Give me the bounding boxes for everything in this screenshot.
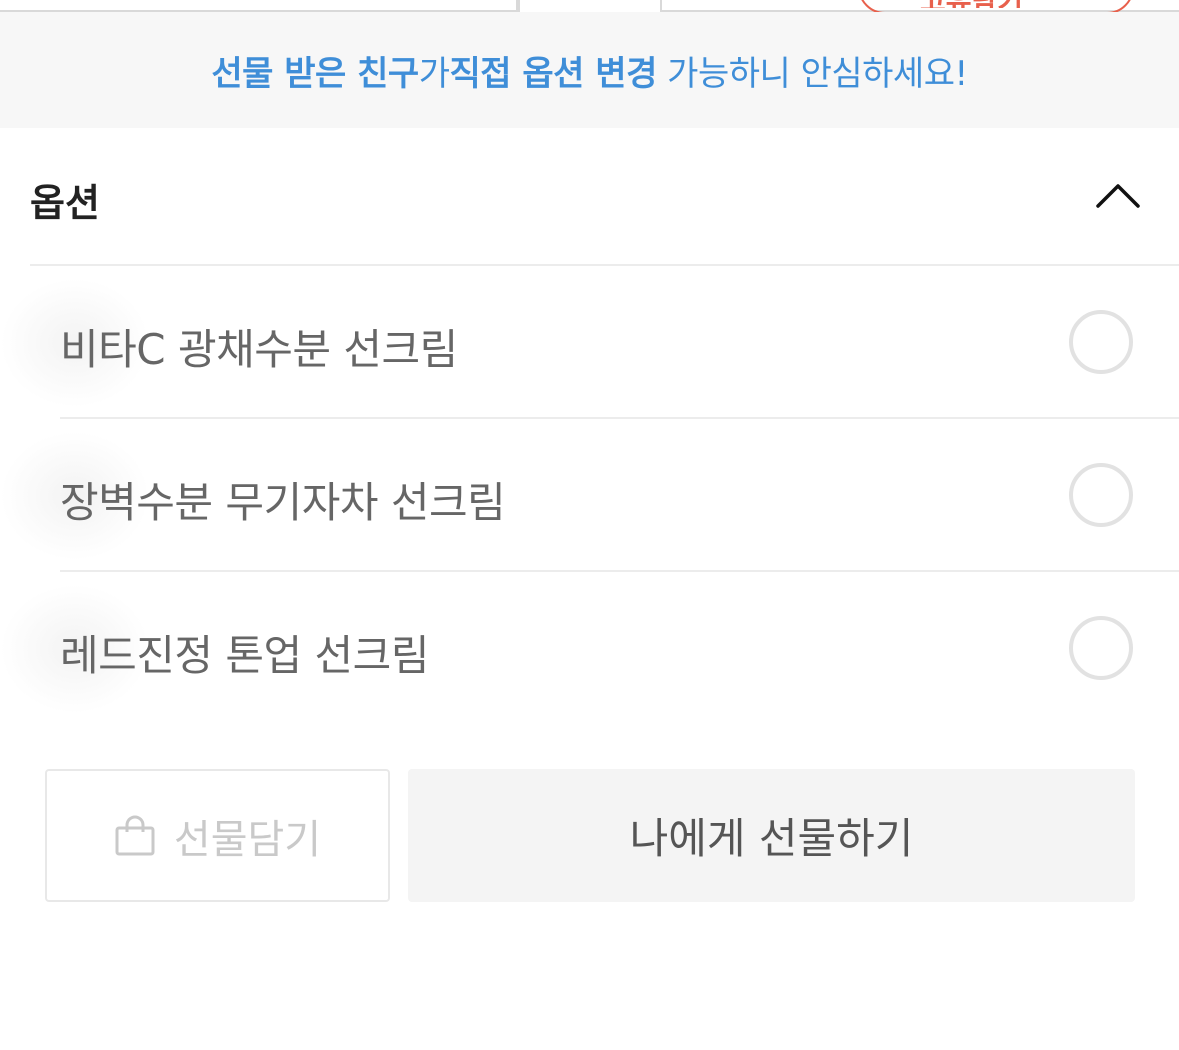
tab-left[interactable]: [0, 0, 518, 12]
gift-to-self-button[interactable]: 나에게 선물하기: [408, 769, 1135, 902]
option-item[interactable]: 장벽수분 무기자차 선크림: [0, 419, 1179, 572]
gift-cart-label: 선물담기: [173, 816, 322, 863]
notice-text-friend: 선물 받은 친구: [211, 53, 419, 94]
gift-to-self-label: 나에게 선물하기: [629, 814, 914, 863]
option-title: 옵션: [30, 181, 100, 225]
option-radio[interactable]: [1069, 463, 1133, 527]
chevron-up-icon[interactable]: [1096, 180, 1140, 210]
notice-text-change: 직접 옵션 변경: [449, 53, 658, 94]
gift-cart-button[interactable]: 선물담기: [45, 769, 390, 902]
tab-bar-partial: 고유담기: [0, 0, 1179, 14]
tab-middle[interactable]: [518, 0, 662, 12]
option-item[interactable]: 비타C 광채수분 선크림: [0, 266, 1179, 419]
coupon-pill-label: 고유담기: [920, 0, 1100, 8]
option-list: 비타C 광채수분 선크림 장벽수분 무기자차 선크림 레드진정 톤업 선크림: [0, 266, 1179, 725]
option-item[interactable]: 레드진정 톤업 선크림: [0, 572, 1179, 725]
gift-notice-banner: 선물 받은 친구 가 직접 옵션 변경 가능하니 안심하세요!: [0, 12, 1179, 128]
shopping-bag-icon: [115, 815, 155, 855]
option-label: 장벽수분 무기자차 선크림: [60, 478, 506, 527]
option-radio[interactable]: [1069, 310, 1133, 374]
option-label: 레드진정 톤업 선크림: [60, 631, 429, 680]
option-header[interactable]: 옵션: [30, 128, 1179, 266]
option-radio[interactable]: [1069, 616, 1133, 680]
gift-option-sheet: 고유담기 선물 받은 친구가 직접 옵션 변경 가능하니 안심하세요! 옵션 비…: [0, 0, 1179, 1050]
notice-text-rest: 가능하니 안심하세요!: [656, 53, 968, 94]
notice-text-particle: 가: [418, 53, 450, 94]
option-label: 비타C 광채수분 선크림: [60, 325, 458, 374]
